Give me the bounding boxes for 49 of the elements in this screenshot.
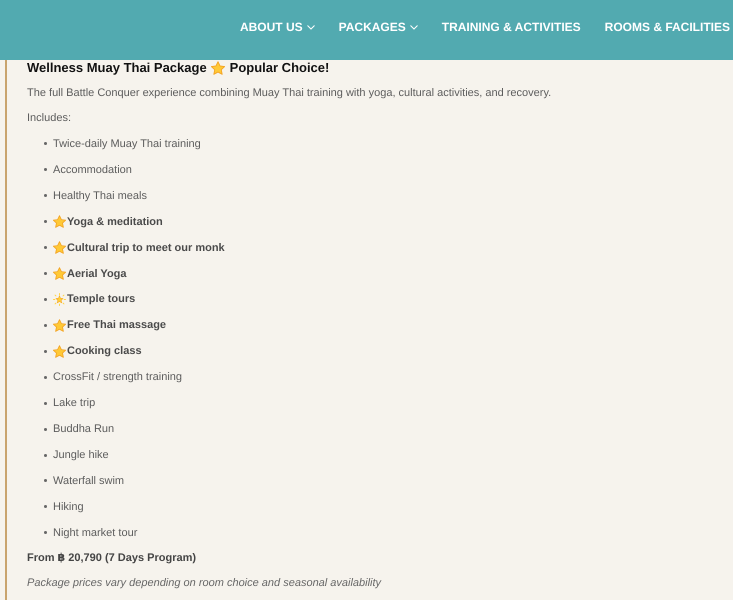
included-item: Waterfall swim bbox=[53, 474, 124, 489]
bullet-icon bbox=[44, 220, 47, 224]
included-item: Free Thai massage bbox=[67, 318, 166, 334]
bullet-icon bbox=[44, 272, 47, 276]
included-item: Cultural trip to meet our monk bbox=[67, 240, 225, 256]
included-item: Accommodation bbox=[53, 162, 132, 178]
bullet-icon bbox=[44, 142, 47, 146]
included-item: Buddha Run bbox=[53, 422, 114, 438]
star-icon bbox=[53, 267, 66, 280]
bullet-icon bbox=[44, 402, 47, 405]
bullet-icon bbox=[44, 428, 47, 431]
included-item: Lake trip bbox=[53, 396, 96, 412]
star-icon bbox=[53, 215, 66, 228]
bullet-icon bbox=[44, 454, 47, 457]
bullet-icon bbox=[44, 350, 47, 353]
bullet-icon bbox=[44, 194, 47, 198]
included-item: Healthy Thai meals bbox=[53, 188, 147, 204]
package-price: From ฿ 20,790 (7 Days Program) bbox=[27, 550, 198, 566]
glowing-star-icon bbox=[53, 292, 66, 306]
included-item: Twice-daily Muay Thai training bbox=[53, 136, 201, 152]
included-item: Yoga & meditation bbox=[67, 214, 163, 230]
star-icon bbox=[53, 241, 66, 254]
included-item: Night market tour bbox=[53, 526, 138, 541]
bullet-icon bbox=[44, 505, 47, 508]
included-item: Jungle hike bbox=[53, 448, 109, 464]
price-note: Package prices vary depending on room choice and seasonal availability bbox=[27, 576, 382, 591]
package-description: The full Battle Conquer experience combining Muay Thai training with yoga, cultural activities, and recovery. bbox=[27, 86, 552, 101]
bullet-icon bbox=[44, 298, 47, 301]
included-item: Hiking bbox=[53, 500, 84, 515]
star-icon bbox=[210, 61, 225, 75]
nav-link[interactable]: ROOMS & FACILITIES bbox=[604, 17, 730, 37]
included-item: Temple tours bbox=[67, 292, 136, 308]
bullet-icon bbox=[44, 531, 47, 534]
included-item: Aerial Yoga bbox=[67, 266, 127, 282]
nav-link[interactable]: ABOUT US bbox=[240, 17, 315, 37]
bullet-icon bbox=[44, 376, 47, 379]
star-icon bbox=[53, 344, 66, 358]
popular-choice-label: Popular Choice! bbox=[230, 60, 330, 76]
star-icon bbox=[53, 318, 66, 332]
bullet-icon bbox=[44, 246, 47, 250]
includes-label: Includes: bbox=[27, 111, 72, 126]
bullet-icon bbox=[44, 479, 47, 482]
bullet-icon bbox=[44, 324, 47, 327]
included-item: Cooking class bbox=[67, 344, 142, 360]
nav-link[interactable]: TRAINING & ACTIVITIES bbox=[442, 17, 581, 37]
included-item: CrossFit / strength training bbox=[53, 370, 182, 386]
bullet-icon bbox=[44, 168, 47, 172]
nav-link[interactable]: PACKAGES bbox=[338, 17, 418, 37]
package-title: Wellness Muay Thai Package bbox=[27, 60, 207, 76]
